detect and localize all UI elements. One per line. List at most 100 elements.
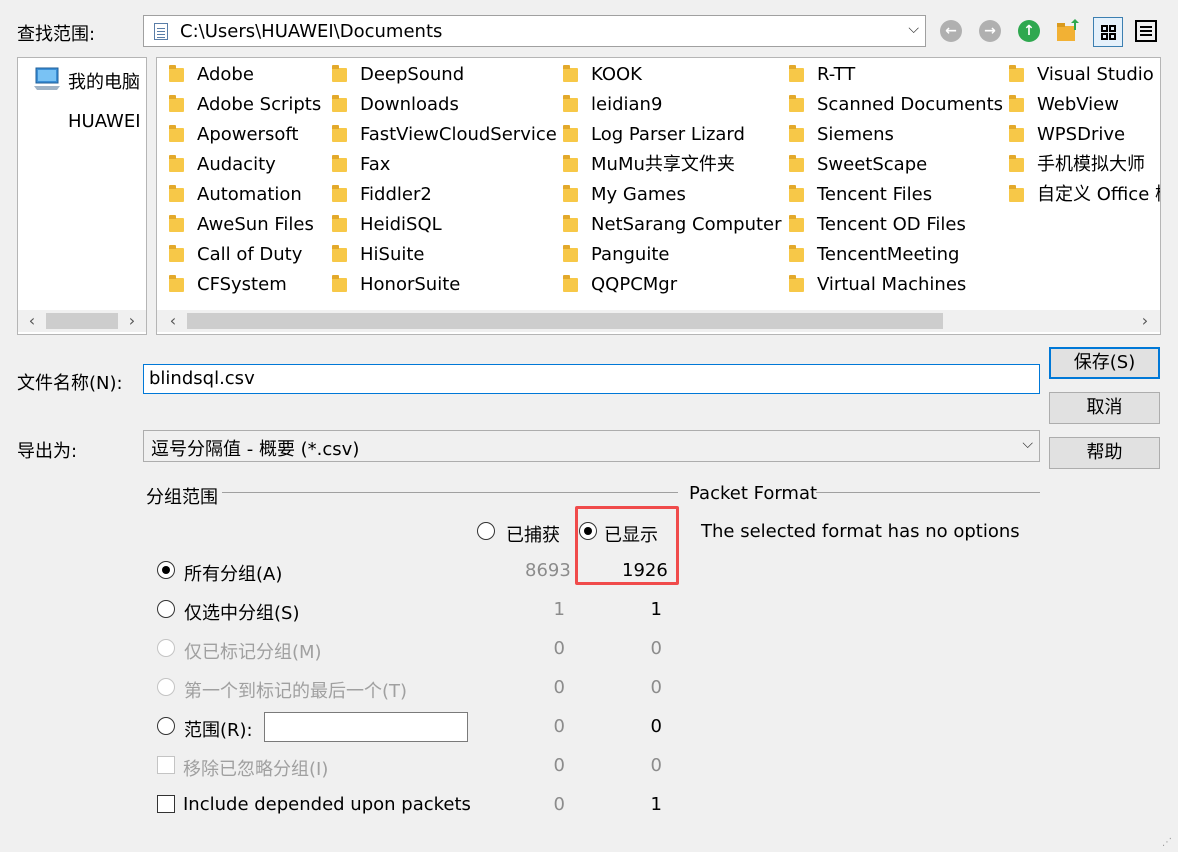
scroll-right-icon[interactable]: › xyxy=(1135,310,1155,332)
resize-grip-icon[interactable]: ⋰ xyxy=(1162,836,1176,850)
folder-icon xyxy=(563,125,578,142)
up-folder-button[interactable]: ↑ xyxy=(1015,17,1045,47)
list-view-button[interactable] xyxy=(1093,17,1123,47)
savetype-label: 导出为: xyxy=(17,441,78,462)
folder-icon xyxy=(563,155,578,172)
file-list-item-label: HiSuite xyxy=(360,244,425,265)
range-radio[interactable] xyxy=(157,717,175,735)
file-list-item-label: Automation xyxy=(197,184,302,205)
folder-icon xyxy=(563,185,578,202)
file-list-item-label: FastViewCloudService xyxy=(360,124,557,145)
file-list-item-label: HonorSuite xyxy=(360,274,461,295)
scroll-right-icon[interactable]: › xyxy=(122,310,142,332)
folder-icon xyxy=(332,275,347,292)
file-list-item-label: Visual Studio 2 xyxy=(1037,64,1161,85)
folder-icon xyxy=(789,185,804,202)
savetype-select[interactable]: 逗号分隔值 - 概要 (*.csv) ⌵ xyxy=(143,430,1040,462)
selected-packets-radio[interactable] xyxy=(157,600,175,618)
first-last-marked-label: 第一个到标记的最后一个(T) xyxy=(184,681,408,702)
back-button[interactable]: ← xyxy=(937,17,967,47)
computer-icon xyxy=(34,67,60,90)
range-displayed: 0 xyxy=(650,716,662,737)
folder-icon xyxy=(789,155,804,172)
file-list-item-label: Log Parser Lizard xyxy=(591,124,745,145)
all-packets-radio[interactable] xyxy=(157,561,175,579)
file-list-item-label: MuMu共享文件夹 xyxy=(591,154,735,175)
new-folder-icon xyxy=(1057,19,1079,41)
file-list-item-label: CFSystem xyxy=(197,274,287,295)
file-list-item-label: SweetScape xyxy=(817,154,928,175)
file-list-item-label: Downloads xyxy=(360,94,459,115)
file-list-item-label: Call of Duty xyxy=(197,244,303,265)
folder-icon xyxy=(332,245,347,262)
folder-icon xyxy=(1009,155,1024,172)
folder-icon xyxy=(332,155,347,172)
document-icon xyxy=(154,23,168,40)
folder-icon xyxy=(563,275,578,292)
selected-packets-displayed: 1 xyxy=(650,599,662,620)
file-list-item-label: Fiddler2 xyxy=(360,184,432,205)
folder-icon xyxy=(169,65,184,82)
range-label: 范围(R): xyxy=(184,720,253,741)
folder-icon xyxy=(789,95,804,112)
details-view-button[interactable] xyxy=(1132,17,1162,47)
chevron-down-icon[interactable]: ⌵ xyxy=(908,21,919,37)
captured-radio[interactable] xyxy=(477,522,495,540)
file-list-item-label: KOOK xyxy=(591,64,642,85)
file-list-item-label: Siemens xyxy=(817,124,894,145)
include-depended-captured: 0 xyxy=(553,794,565,815)
file-list-item-label: Tencent OD Files xyxy=(817,214,966,235)
file-list-item-label: WebView xyxy=(1037,94,1119,115)
folder-icon xyxy=(332,65,347,82)
look-in-combobox[interactable]: C:\Users\HUAWEI\Documents ⌵ xyxy=(143,15,926,47)
details-view-icon xyxy=(1135,20,1157,42)
marked-packets-displayed: 0 xyxy=(650,638,662,659)
help-button[interactable]: 帮助 xyxy=(1049,437,1160,469)
file-list-scrollbar[interactable]: ‹ › xyxy=(157,310,1160,332)
new-folder-button[interactable] xyxy=(1054,17,1084,47)
folder-icon xyxy=(789,275,804,292)
marked-packets-captured: 0 xyxy=(553,638,565,659)
scroll-left-icon[interactable]: ‹ xyxy=(163,310,183,332)
include-depended-label: Include depended upon packets xyxy=(183,794,471,815)
scrollbar-thumb[interactable] xyxy=(187,313,943,329)
remove-ignored-captured: 0 xyxy=(553,755,565,776)
file-list-item-label: Virtual Machines xyxy=(817,274,967,295)
folder-icon xyxy=(1009,65,1024,82)
file-list-item-label: Adobe xyxy=(197,64,254,85)
all-packets-captured: 8693 xyxy=(525,560,571,581)
file-list-item-label: HeidiSQL xyxy=(360,214,442,235)
include-depended-checkbox[interactable] xyxy=(157,795,175,813)
file-list-item-label: Audacity xyxy=(197,154,276,175)
cancel-button[interactable]: 取消 xyxy=(1049,392,1160,424)
places-item-my-computer[interactable]: 我的电脑 xyxy=(68,68,140,94)
scrollbar-thumb[interactable] xyxy=(46,313,118,329)
save-button[interactable]: 保存(S) xyxy=(1049,347,1160,379)
folder-icon xyxy=(789,65,804,82)
chevron-down-icon[interactable]: ⌵ xyxy=(1022,436,1033,452)
remove-ignored-displayed: 0 xyxy=(650,755,662,776)
places-pane[interactable]: 我的电脑 HUAWEI ‹ › xyxy=(17,57,147,335)
first-last-marked-radio xyxy=(157,678,175,696)
folder-icon xyxy=(789,125,804,142)
folder-icon xyxy=(169,275,184,292)
folder-icon xyxy=(169,215,184,232)
places-scrollbar[interactable]: ‹ › xyxy=(18,310,146,332)
range-captured: 0 xyxy=(553,716,565,737)
folder-icon xyxy=(563,215,578,232)
scroll-left-icon[interactable]: ‹ xyxy=(22,310,42,332)
file-list-item-label: leidian9 xyxy=(591,94,663,115)
forward-button[interactable]: → xyxy=(976,17,1006,47)
remove-ignored-checkbox xyxy=(157,756,175,774)
file-list-item-label: 手机模拟大师 xyxy=(1037,154,1145,175)
packet-range-divider xyxy=(222,492,678,493)
file-list[interactable]: Adobe Adobe Scripts Apowersoft Audacity Auto… xyxy=(156,57,1161,335)
range-input[interactable] xyxy=(264,712,468,742)
places-item-user[interactable]: HUAWEI xyxy=(68,111,141,132)
filename-value: blindsql.csv xyxy=(149,368,255,389)
filename-input[interactable]: blindsql.csv xyxy=(143,364,1040,394)
file-list-item-label: Adobe Scripts xyxy=(197,94,322,115)
selected-packets-captured: 1 xyxy=(553,599,565,620)
packet-format-message: The selected format has no options xyxy=(701,521,1020,542)
packet-format-divider xyxy=(816,492,1040,493)
